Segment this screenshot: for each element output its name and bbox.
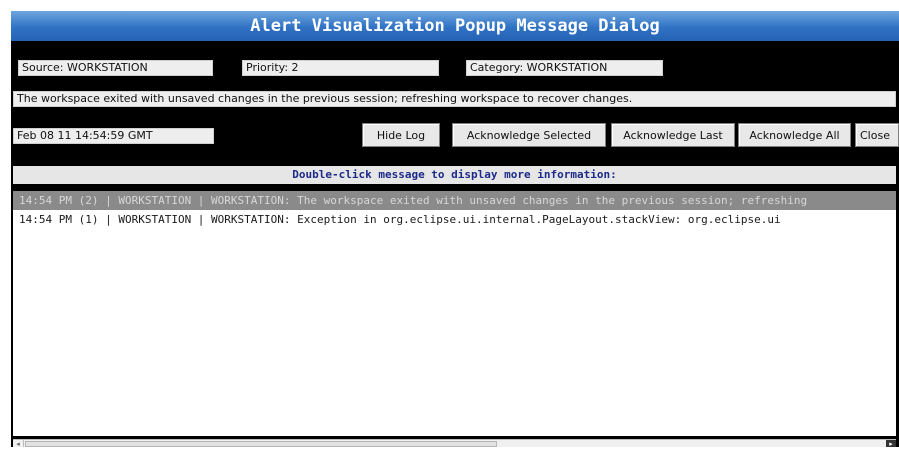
horizontal-scrollbar[interactable]: ◂ ▸ [13,439,896,447]
source-field: Source: WORKSTATION [18,60,213,76]
acknowledge-all-button[interactable]: Acknowledge All [738,123,851,147]
dialog-title: Alert Visualization Popup Message Dialog [11,11,899,41]
hide-log-button[interactable]: Hide Log [362,123,440,147]
close-button[interactable]: Close [855,123,899,147]
log-row[interactable]: 14:54 PM (1) | WORKSTATION | WORKSTATION… [13,210,896,229]
acknowledge-last-button[interactable]: Acknowledge Last [611,123,735,147]
scroll-left-arrow-icon[interactable]: ◂ [13,440,24,447]
scroll-right-arrow-icon[interactable]: ▸ [886,440,896,447]
category-field: Category: WORKSTATION [466,60,663,76]
message-field: The workspace exited with unsaved change… [13,91,896,107]
acknowledge-selected-button[interactable]: Acknowledge Selected [452,123,606,147]
double-click-hint: Double-click message to display more inf… [13,166,896,184]
message-log-list[interactable]: 14:54 PM (2) | WORKSTATION | WORKSTATION… [13,191,896,436]
timestamp-field: Feb 08 11 14:54:59 GMT [13,128,214,144]
alert-dialog-window: Alert Visualization Popup Message Dialog… [11,11,899,447]
scroll-thumb[interactable] [25,441,497,447]
log-row[interactable]: 14:54 PM (2) | WORKSTATION | WORKSTATION… [13,191,896,210]
priority-field: Priority: 2 [242,60,439,76]
